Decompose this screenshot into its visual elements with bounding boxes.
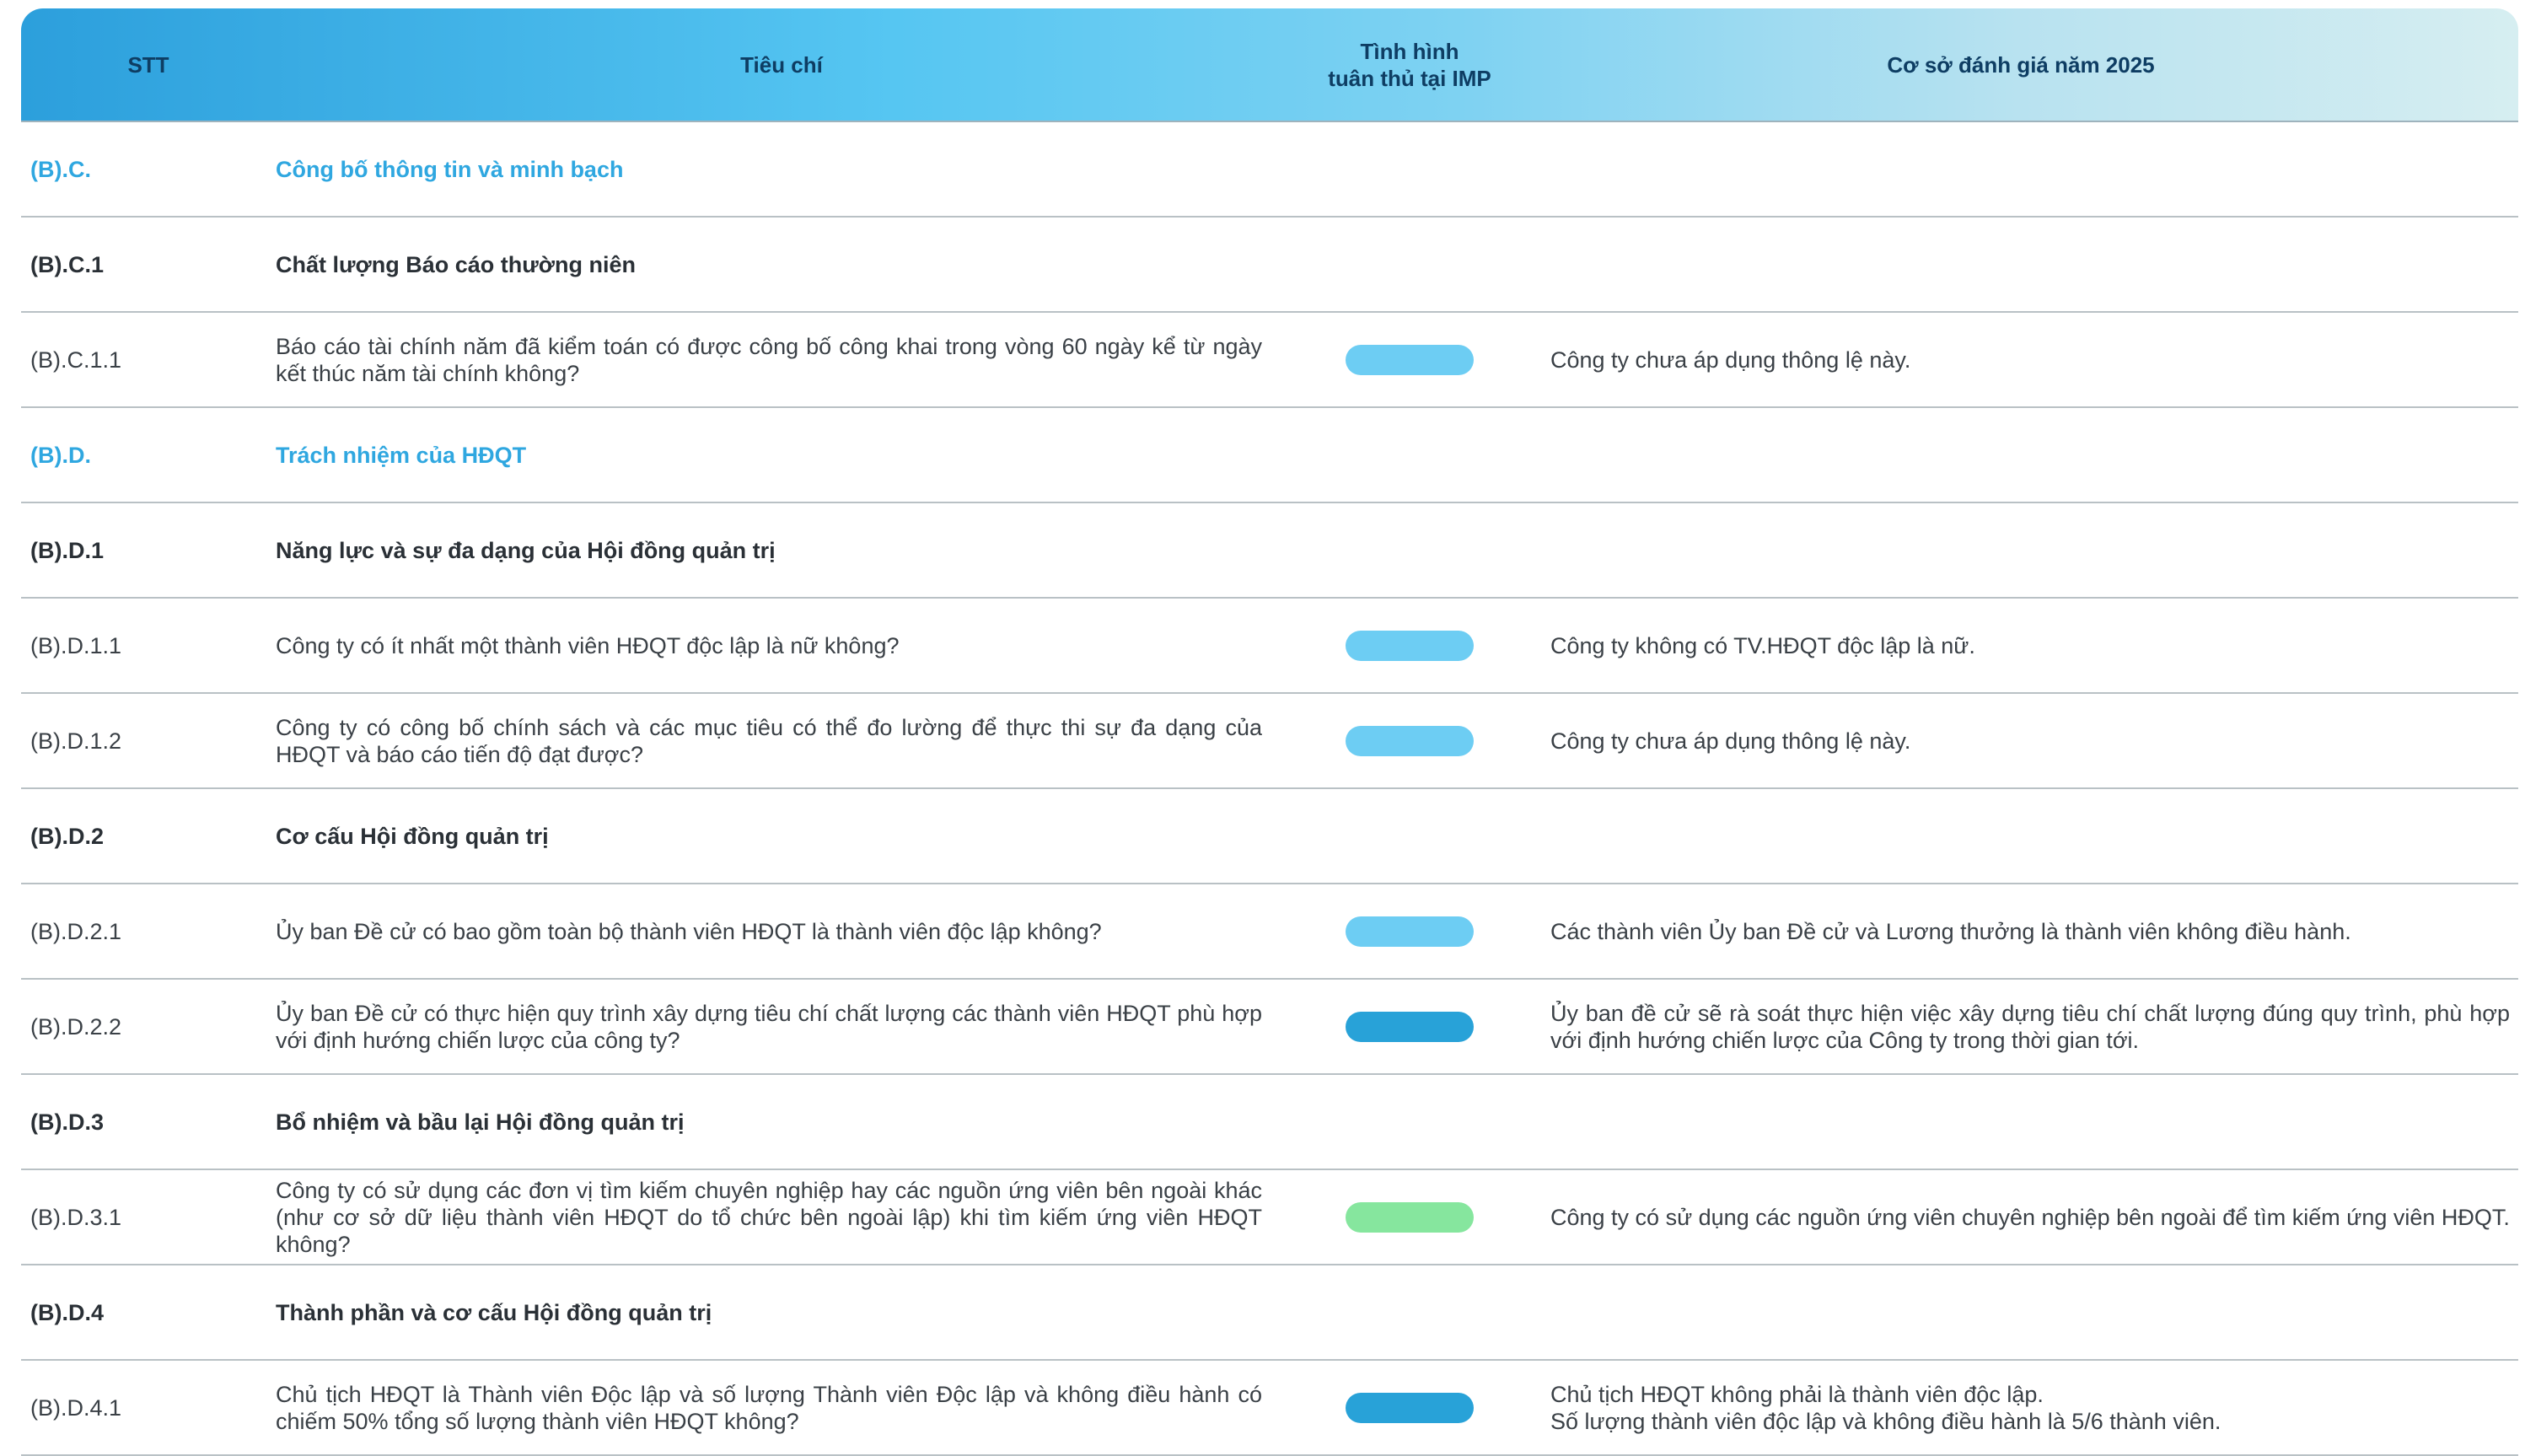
subsection-row: (B).D.4 Thành phần và cơ cấu Hội đồng quả… [21,1265,2518,1361]
row-code: (B).C.1 [30,251,104,277]
row-basis: Công ty có sử dụng các nguồn ứng viên ch… [1532,1204,2518,1231]
row-basis: Ủy ban đề cử sẽ rà soát thực hiện việc x… [1532,1000,2518,1054]
row-status [1287,344,1532,375]
row-status [1287,1201,1532,1233]
table-row: (B).D.2.1 Ủy ban Đề cử có bao gồm toàn bộ… [21,884,2518,980]
row-code: (B).D.4.1 [30,1394,122,1421]
row-code: (B).D.3.1 [30,1204,122,1230]
compliance-status-indicator [1346,725,1474,756]
basis-line: Công ty chưa áp dụng thông lệ này. [1550,347,1911,373]
row-code: (B).C.1.1 [30,347,122,373]
row-code: (B).D.2.2 [30,1013,122,1040]
section-row: (B).C. Công bố thông tin và minh bạch [21,122,2518,218]
row-criteria: Báo cáo tài chính năm đã kiểm toán có đư… [276,333,1262,386]
header-stt: STT [127,51,169,78]
header-status: Tình hình tuân thủ tại IMP [1287,38,1532,92]
row-criteria: Chất lượng Báo cáo thường niên [276,251,636,277]
row-criteria: Công ty có sử dụng các đơn vị tìm kiếm c… [276,1177,1262,1257]
row-code: (B).D.2 [30,823,104,849]
row-status [1287,630,1532,661]
basis-line: Ủy ban đề cử sẽ rà soát thực hiện việc x… [1550,1000,2510,1053]
table-row: (B).D.4.1 Chủ tịch HĐQT là Thành viên Độc… [21,1361,2518,1456]
row-code: (B).D.1 [30,537,104,563]
section-row: (B).D. Trách nhiệm của HĐQT [21,408,2518,503]
header-status-line2: tuân thủ tại IMP [1328,65,1491,91]
row-criteria: Chủ tịch HĐQT là Thành viên Độc lập và s… [276,1381,1262,1434]
table-body: (B).C. Công bố thông tin và minh bạch (B).… [21,122,2518,1456]
compliance-status-indicator [1346,1011,1474,1042]
row-code: (B).D.2.1 [30,918,122,944]
compliance-status-indicator [1346,1201,1474,1233]
row-criteria: Bổ nhiệm và bầu lại Hội đồng quản trị [276,1109,685,1135]
compliance-status-indicator [1346,344,1474,375]
row-code: (B).C. [30,156,91,182]
table-row: (B).D.1.1 Công ty có ít nhất một thành vi… [21,599,2518,694]
row-basis: Các thành viên Ủy ban Đề cử và Lương thư… [1532,918,2518,945]
subsection-row: (B).D.2 Cơ cấu Hội đồng quản trị [21,789,2518,884]
basis-line: Chủ tịch HĐQT không phải là thành viên đ… [1550,1381,2044,1407]
table-row: (B).D.2.2 Ủy ban Đề cử có thực hiện quy t… [21,980,2518,1075]
subsection-row: (B).D.1 Năng lực và sự đa dạng của Hội đồ… [21,503,2518,599]
row-criteria: Trách nhiệm của HĐQT [276,442,527,468]
row-basis: Chủ tịch HĐQT không phải là thành viên đ… [1532,1381,2518,1435]
basis-line: Công ty không có TV.HĐQT độc lập là nữ. [1550,632,1975,658]
row-code: (B).D.1.1 [30,632,122,658]
basis-line: Công ty có sử dụng các nguồn ứng viên ch… [1550,1204,2510,1230]
header-basis: Cơ sở đánh giá năm 2025 [1887,51,2155,78]
basis-line: Công ty chưa áp dụng thông lệ này. [1550,728,1911,754]
row-basis: Công ty không có TV.HĐQT độc lập là nữ. [1532,632,2518,659]
row-status [1287,916,1532,947]
row-criteria: Ủy ban Đề cử có bao gồm toàn bộ thành vi… [276,918,1102,944]
row-criteria: Ủy ban Đề cử có thực hiện quy trình xây … [276,1000,1262,1053]
table-row: (B).C.1.1 Báo cáo tài chính năm đã kiểm t… [21,313,2518,408]
row-status [1287,1011,1532,1042]
basis-line: Các thành viên Ủy ban Đề cử và Lương thư… [1550,918,2351,944]
row-criteria: Cơ cấu Hội đồng quản trị [276,823,549,849]
basis-line: Số lượng thành viên độc lập và không điề… [1550,1408,2221,1434]
row-criteria: Thành phần và cơ cấu Hội đồng quản trị [276,1299,712,1325]
compliance-status-indicator [1346,1392,1474,1423]
header-status-line1: Tình hình [1360,38,1459,64]
row-basis: Công ty chưa áp dụng thông lệ này. [1532,728,2518,755]
subsection-row: (B).D.3 Bổ nhiệm và bầu lại Hội đồng quản… [21,1075,2518,1170]
row-status [1287,725,1532,756]
table-row: (B).D.1.2 Công ty có công bố chính sách v… [21,694,2518,789]
row-criteria: Công ty có công bố chính sách và các mục… [276,714,1262,767]
row-basis: Công ty chưa áp dụng thông lệ này. [1532,347,2518,373]
row-status [1287,1392,1532,1423]
subsection-row: (B).C.1 Chất lượng Báo cáo thường niên [21,218,2518,313]
table-row: (B).D.3.1 Công ty có sử dụng các đơn vị t… [21,1170,2518,1265]
governance-criteria-table: STT Tiêu chí Tình hình tuân thủ tại IMP … [21,8,2518,1456]
row-criteria: Năng lực và sự đa dạng của Hội đồng quản… [276,537,776,563]
row-criteria: Công ty có ít nhất một thành viên HĐQT đ… [276,632,900,658]
compliance-status-indicator [1346,630,1474,661]
header-criteria: Tiêu chí [740,51,823,78]
row-code: (B).D. [30,442,91,468]
row-criteria: Công bố thông tin và minh bạch [276,156,624,182]
row-code: (B).D.3 [30,1109,104,1135]
compliance-status-indicator [1346,916,1474,947]
row-code: (B).D.4 [30,1299,104,1325]
row-code: (B).D.1.2 [30,728,122,754]
table-header: STT Tiêu chí Tình hình tuân thủ tại IMP … [21,8,2518,122]
